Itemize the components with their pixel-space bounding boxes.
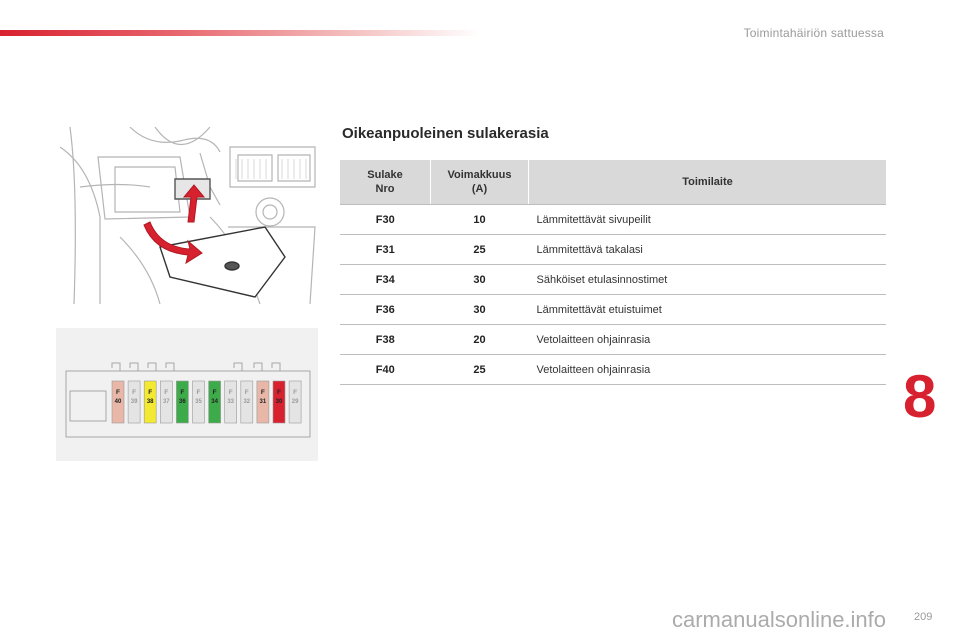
dashboard-illustration — [60, 127, 316, 304]
column-header-amperage-line2: (A) — [471, 183, 488, 195]
fuse-slot-number: 35 — [195, 399, 202, 405]
table-header-row: Sulake Nro Voimakkuus (A) Toimilaite — [340, 160, 886, 205]
table-row: F34 30 Sähköiset etulasinnostimet — [340, 264, 886, 295]
column-header-fuse-line2: Nro — [375, 183, 395, 195]
fuse-slot-number: 29 — [292, 399, 299, 405]
table-row: F30 10 Lämmitettävät sivupeilit — [340, 204, 886, 235]
fuse-slot-letter: F — [261, 389, 265, 396]
fuse-slot-30: F 30 — [272, 380, 286, 424]
fuse-amperage: 20 — [430, 324, 529, 355]
fuse-function: Vetolaitteen ohjainrasia — [528, 354, 886, 385]
section-title: Oikeanpuoleinen sulakerasia — [342, 125, 549, 142]
fuse-function: Lämmitettävät sivupeilit — [528, 204, 886, 235]
fuse-slot-number: 39 — [131, 399, 138, 405]
fuse-amperage: 30 — [430, 294, 529, 325]
table-row: F38 20 Vetolaitteen ohjainrasia — [340, 324, 886, 355]
fuse-slot-38: F 38 — [143, 380, 157, 424]
fuse-function: Vetolaitteen ohjainrasia — [528, 324, 886, 355]
fuse-function: Lämmitettävä takalasi — [528, 234, 886, 265]
fuse-slot-35: F 35 — [192, 380, 205, 424]
fuse-slot-letter: F — [293, 389, 297, 396]
fuse-slot-36: F 36 — [176, 380, 189, 424]
fuse-slot-32: F 32 — [240, 380, 254, 424]
fuse-function: Lämmitettävät etuistuimet — [528, 294, 886, 325]
fuse-slot-letter: F — [116, 389, 120, 396]
fuse-slot-number: 40 — [115, 399, 122, 405]
column-header-amperage-line1: Voimakkuus — [447, 169, 512, 181]
fuse-slot-number: 37 — [163, 399, 170, 405]
fuse-box-diagram-panel: F 40 F 39 F 38 F 37 F 36 F 35 F 34 F 33 F 32 F 31 F 30 F 29 — [56, 328, 318, 461]
fuse-slot-letter: F — [245, 389, 249, 396]
fuse-slot-number: 33 — [227, 399, 234, 405]
fuse-slot-34: F 34 — [208, 380, 221, 424]
chapter-number: 8 — [903, 363, 937, 430]
fuse-slot-letter: F — [148, 389, 152, 396]
fuse-slot-letter: F — [180, 389, 184, 396]
fuse-slot-31: F 31 — [256, 380, 270, 424]
fuse-slot-39: F 39 — [127, 380, 141, 424]
fuse-function: Sähköiset etulasinnostimet — [528, 264, 886, 295]
fuse-table: Sulake Nro Voimakkuus (A) Toimilaite F30… — [340, 160, 886, 385]
fuse-slot-number: 36 — [179, 399, 186, 405]
fuse-slot-number: 32 — [243, 399, 250, 405]
footer-watermark: carmanualsonline.info — [672, 607, 887, 632]
fuse-slot-40: F 40 — [111, 380, 125, 424]
fuse-amperage: 30 — [430, 264, 529, 295]
fuse-slot-letter: F — [132, 389, 136, 396]
fuse-number: F31 — [340, 234, 431, 265]
fuse-slot-number: 34 — [211, 399, 218, 405]
fuse-slot-number: 30 — [276, 399, 283, 405]
fuse-number: F38 — [340, 324, 431, 355]
fuse-slot-29: F 29 — [288, 380, 302, 424]
fuse-number: F40 — [340, 354, 431, 385]
column-header-fuse: Sulake Nro — [340, 160, 431, 205]
fuse-slot-letter: F — [164, 389, 168, 396]
table-row: F40 25 Vetolaitteen ohjainrasia — [340, 354, 886, 385]
fuse-slot-letter: F — [277, 389, 281, 396]
fuse-number: F36 — [340, 294, 431, 325]
fuse-slot-number: 31 — [260, 399, 267, 405]
column-header-function-label: Toimilaite — [682, 176, 733, 188]
fuse-number: F34 — [340, 264, 431, 295]
fuse-slot-37: F 37 — [160, 380, 173, 424]
fuse-slot-number: 38 — [147, 399, 154, 405]
fuse-amperage: 25 — [430, 234, 529, 265]
fuse-box-diagram: F 40 F 39 F 38 F 37 F 36 F 35 F 34 F 33 F 32 F 31 F 30 F 29 — [65, 362, 311, 438]
fuse-slot-letter: F — [213, 389, 217, 396]
column-header-amperage: Voimakkuus (A) — [430, 160, 529, 205]
fuse-slot-letter: F — [197, 389, 201, 396]
table-row: F36 30 Lämmitettävät etuistuimet — [340, 294, 886, 325]
header-accent-bar — [0, 30, 480, 36]
page-number: 209 — [914, 611, 933, 623]
column-header-fuse-line1: Sulake — [367, 169, 403, 181]
fuse-amperage: 10 — [430, 204, 529, 235]
fuse-amperage: 25 — [430, 354, 529, 385]
fuse-slot-letter: F — [229, 389, 233, 396]
chapter-header-title: Toimintahäiriön sattuessa — [743, 26, 884, 40]
fuse-number: F30 — [340, 204, 431, 235]
table-row: F31 25 Lämmitettävä takalasi — [340, 234, 886, 265]
column-header-function: Toimilaite — [528, 160, 886, 205]
fuse-slot-33: F 33 — [224, 380, 237, 424]
